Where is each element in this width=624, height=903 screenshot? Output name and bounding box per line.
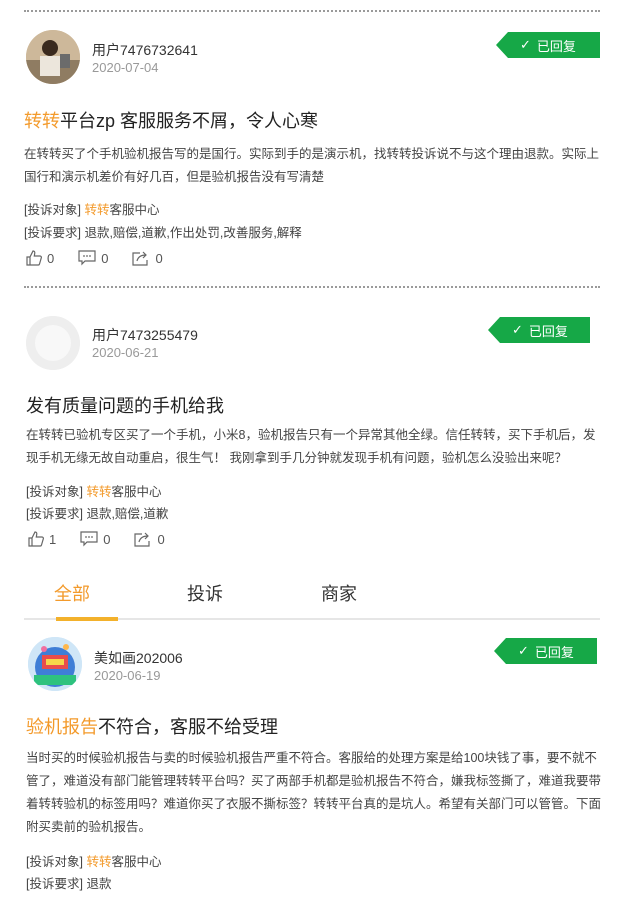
comment-button[interactable]: 0 — [80, 531, 110, 547]
complaint-request: [投诉要求] 退款,赔偿,道歉 — [26, 503, 168, 522]
request-label: [投诉要求] — [24, 226, 81, 240]
title-text: 平台zp 客服服务不屑，令人心寒 — [60, 111, 319, 131]
share-button[interactable]: 0 — [134, 531, 165, 547]
status-label: 已回复 — [528, 323, 568, 339]
target-label: [投诉对象] — [24, 203, 81, 217]
target-brand[interactable]: 转转 — [86, 855, 111, 869]
target-label: [投诉对象] — [26, 485, 83, 499]
check-icon: ✓ — [520, 37, 531, 52]
share-icon — [132, 251, 149, 266]
filter-tabs: 全部 投诉 商家 — [24, 572, 600, 622]
complaint-request: [投诉要求] 退款 — [26, 873, 111, 892]
complaint-body: 当时买的时候验机报告与卖的时候验机报告严重不符合。客服给的处理方案是给100块钱… — [26, 751, 602, 834]
complaint-request: [投诉要求] 退款,赔偿,道歉,作出处罚,改善服务,解释 — [24, 222, 302, 241]
tab-merchants[interactable]: 商家 — [321, 580, 357, 606]
username[interactable]: 美如画202006 — [94, 648, 183, 668]
check-icon: ✓ — [518, 643, 529, 658]
avatar[interactable] — [28, 637, 82, 691]
request-label: [投诉要求] — [26, 877, 83, 891]
post-date: 2020-06-21 — [92, 345, 159, 360]
post-actions: 0 0 0 — [26, 250, 187, 266]
comment-button[interactable]: 0 — [78, 250, 108, 266]
status-label: 已回复 — [536, 38, 576, 54]
complaint-target: [投诉对象] 转转客服中心 — [26, 481, 161, 500]
share-icon — [134, 532, 151, 547]
avatar[interactable] — [26, 316, 80, 370]
comment-count: 0 — [103, 531, 111, 547]
complaint-title[interactable]: 验机报告不符合，客服不给受理 — [26, 713, 278, 739]
request-value: 退款,赔偿,道歉 — [86, 507, 169, 521]
share-button[interactable]: 0 — [132, 250, 163, 266]
target-dept[interactable]: 客服中心 — [109, 203, 159, 217]
tab-all[interactable]: 全部 — [54, 580, 90, 606]
separator — [24, 10, 600, 12]
complaint-target: [投诉对象] 转转客服中心 — [24, 199, 159, 218]
thumbs-up-icon — [26, 250, 42, 266]
check-icon: ✓ — [512, 322, 523, 337]
share-count: 0 — [157, 531, 165, 547]
target-brand[interactable]: 转转 — [84, 203, 109, 217]
username[interactable]: 用户7476732641 — [92, 40, 198, 60]
status-badge: ✓ 已回复 — [496, 32, 600, 58]
target-brand[interactable]: 转转 — [86, 485, 111, 499]
comment-count: 0 — [101, 250, 109, 266]
thumbs-up-icon — [28, 531, 44, 547]
request-label: [投诉要求] — [26, 507, 83, 521]
default-avatar-icon — [26, 316, 80, 370]
separator — [24, 286, 600, 288]
title-highlight: 转转 — [24, 111, 60, 131]
comment-icon — [78, 250, 96, 266]
like-count: 1 — [49, 531, 57, 547]
complaint-body: 在转转买了个手机验机报告写的是国行。实际到手的是演示机，找转转投诉说不与这个理由… — [24, 147, 600, 184]
post-date: 2020-07-04 — [92, 60, 159, 75]
share-count: 0 — [155, 250, 163, 266]
status-badge: ✓ 已回复 — [488, 317, 590, 343]
tab-complaints[interactable]: 投诉 — [187, 580, 223, 606]
post-actions: 1 0 0 — [28, 531, 189, 547]
title-text: 不符合，客服不给受理 — [98, 717, 278, 737]
target-dept[interactable]: 客服中心 — [111, 485, 161, 499]
status-badge: ✓ 已回复 — [494, 638, 597, 664]
avatar-photo-icon — [26, 30, 80, 84]
complaint-body: 在转转已验机专区买了一个手机，小米8，验机报告只有一个异常其他全绿。信任转转，买… — [26, 428, 596, 465]
like-count: 0 — [47, 250, 55, 266]
avatar-illustration-icon — [28, 637, 82, 691]
status-label: 已回复 — [534, 644, 574, 660]
target-dept[interactable]: 客服中心 — [111, 855, 161, 869]
avatar[interactable] — [26, 30, 80, 84]
comment-icon — [80, 531, 98, 547]
request-value: 退款,赔偿,道歉,作出处罚,改善服务,解释 — [84, 226, 302, 240]
target-label: [投诉对象] — [26, 855, 83, 869]
username[interactable]: 用户7473255479 — [92, 325, 198, 345]
complaint-title[interactable]: 转转平台zp 客服服务不屑，令人心寒 — [24, 107, 318, 133]
title-text: 发有质量问题的手机给我 — [26, 396, 224, 416]
active-tab-indicator — [56, 617, 118, 621]
title-highlight: 验机报告 — [26, 717, 98, 737]
complaint-title[interactable]: 发有质量问题的手机给我 — [26, 392, 224, 418]
request-value: 退款 — [86, 877, 112, 891]
complaint-target: [投诉对象] 转转客服中心 — [26, 851, 161, 870]
like-button[interactable]: 1 — [28, 531, 56, 547]
post-date: 2020-06-19 — [94, 668, 161, 683]
like-button[interactable]: 0 — [26, 250, 54, 266]
